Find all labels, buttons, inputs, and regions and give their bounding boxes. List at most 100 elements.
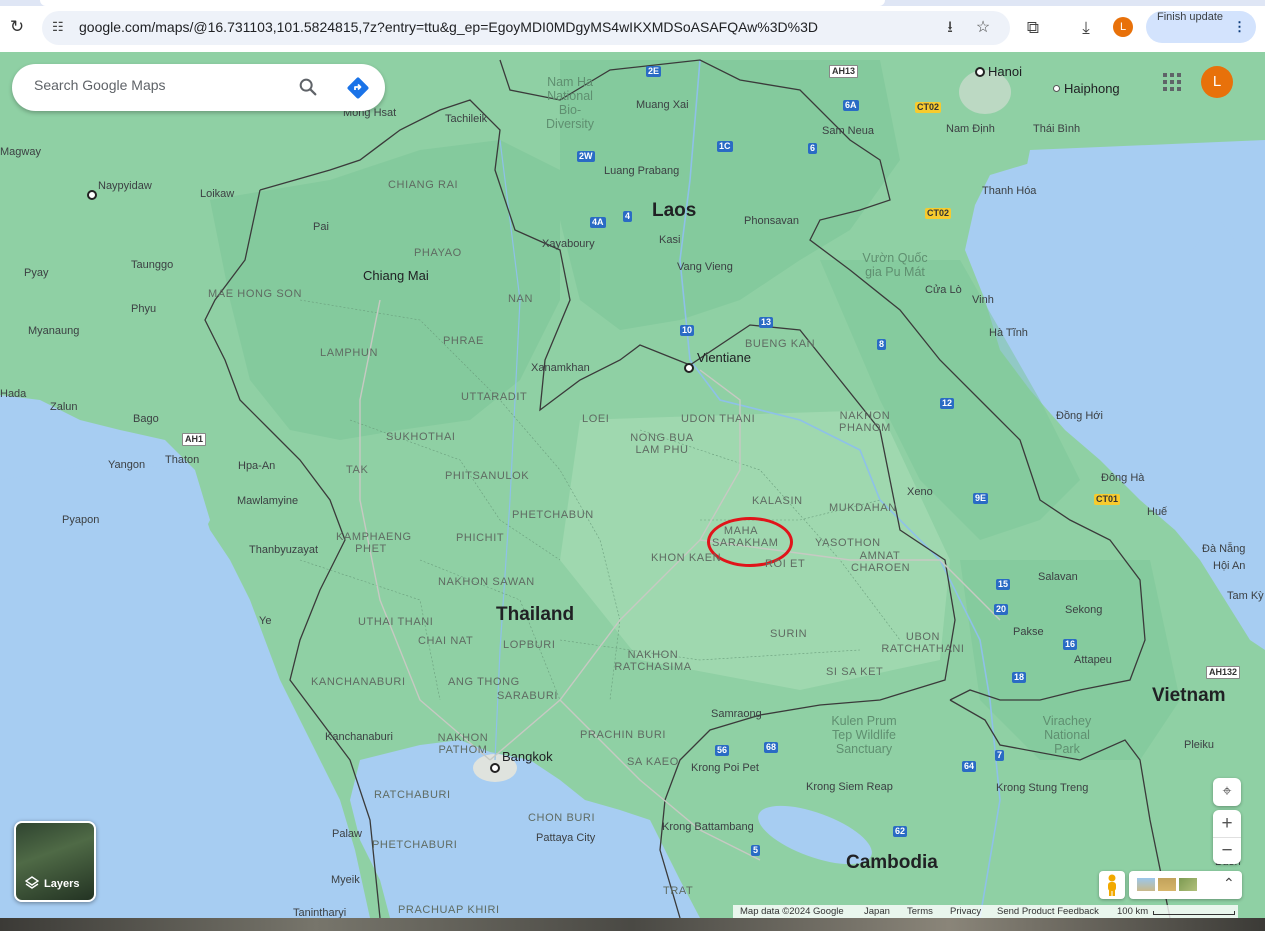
city-label-sekong[interactable]: Sekong	[1065, 604, 1102, 616]
city-label-thanbyuzayat[interactable]: Thanbyuzayat	[249, 544, 318, 556]
city-label-hpa-an[interactable]: Hpa-An	[238, 460, 275, 472]
street-view-pegman[interactable]	[1099, 871, 1125, 899]
more-menu-icon[interactable]: ⋮	[1233, 11, 1246, 43]
site-info-icon[interactable]: ☷	[52, 19, 68, 35]
city-dot	[87, 190, 97, 200]
city-label-hoi-an[interactable]: Hội An	[1213, 560, 1245, 572]
city-label-bangkok[interactable]: Bangkok	[502, 750, 553, 764]
province-label: TRAT	[663, 885, 694, 897]
city-label-vinh[interactable]: Vinh	[972, 294, 994, 306]
search-box[interactable]	[12, 64, 385, 111]
satellite-thumbnail[interactable]	[1158, 878, 1176, 891]
city-label-loikaw[interactable]: Loikaw	[200, 188, 234, 200]
city-label-pleiku[interactable]: Pleiku	[1184, 739, 1214, 751]
city-label-kasi[interactable]: Kasi	[659, 234, 680, 246]
city-label-battambang[interactable]: Krong Battambang	[662, 821, 754, 833]
city-label-hada[interactable]: Hada	[0, 388, 26, 400]
scale-label[interactable]: 100 km	[1117, 905, 1148, 919]
city-label-luang-prabang[interactable]: Luang Prabang	[604, 165, 679, 177]
city-label-xeno[interactable]: Xeno	[907, 486, 933, 498]
city-label-attapeu[interactable]: Attapeu	[1074, 654, 1112, 666]
city-label-pattaya[interactable]: Pattaya City	[536, 832, 595, 844]
city-label-haiphong[interactable]: Haiphong	[1064, 82, 1120, 96]
expand-icon[interactable]: ⌃	[1223, 875, 1235, 892]
downloads-icon[interactable]: ⤓	[1075, 17, 1097, 39]
city-label-xanamkhan[interactable]: Xanamkhan	[531, 362, 590, 374]
city-label-salavan[interactable]: Salavan	[1038, 571, 1078, 583]
country-link[interactable]: Japan	[864, 905, 890, 919]
bookmark-star-icon[interactable]: ☆	[973, 18, 993, 38]
park-label: Vườn Quốc gia Pu Mát	[862, 251, 928, 279]
city-label-thai-binh[interactable]: Thái Bình	[1033, 123, 1080, 135]
city-label-tanintharyi[interactable]: Tanintharyi	[293, 907, 346, 918]
zoom-out-button[interactable]: −	[1213, 838, 1241, 864]
city-label-thaton[interactable]: Thaton	[165, 454, 199, 466]
city-label-pyay[interactable]: Pyay	[24, 267, 48, 279]
city-label-chiang-mai[interactable]: Chiang Mai	[363, 269, 429, 283]
province-label: PHETCHABUN	[512, 509, 594, 521]
city-label-ha-tinh[interactable]: Hà Tĩnh	[989, 327, 1028, 339]
city-label-muang-xai[interactable]: Muang Xai	[636, 99, 689, 111]
city-label-sam-neua[interactable]: Sam Neua	[822, 125, 874, 137]
traffic-thumbnail[interactable]	[1179, 878, 1197, 891]
city-label-vientiane[interactable]: Vientiane	[697, 351, 751, 365]
search-input[interactable]	[34, 77, 284, 93]
city-label-tam-ky[interactable]: Tam Kỳ	[1227, 590, 1264, 602]
city-label-taunggo[interactable]: Taunggo	[131, 259, 173, 271]
reload-icon[interactable]: ↻	[8, 18, 26, 36]
city-label-poi-pet[interactable]: Krong Poi Pet	[691, 762, 759, 774]
city-label-stung-treng[interactable]: Krong Stung Treng	[996, 782, 1088, 794]
province-label: SA KAEO	[627, 756, 679, 768]
city-label-pyapon[interactable]: Pyapon	[62, 514, 99, 526]
account-avatar[interactable]: L	[1201, 66, 1233, 98]
directions-icon[interactable]	[346, 76, 370, 100]
finish-update-button[interactable]: Finish update ⋮	[1146, 11, 1256, 43]
province-label: UDON THANI	[681, 413, 756, 425]
city-label-samraong[interactable]: Samraong	[711, 708, 762, 720]
city-label-naypyidaw[interactable]: Naypyidaw	[98, 180, 152, 192]
city-label-phonsavan[interactable]: Phonsavan	[744, 215, 799, 227]
apps-grid-icon[interactable]	[1162, 72, 1182, 92]
city-label-mawlamyine[interactable]: Mawlamyine	[237, 495, 298, 507]
install-app-icon[interactable]: ⭳	[940, 18, 960, 38]
city-label-bago[interactable]: Bago	[133, 413, 159, 425]
city-label-pai[interactable]: Pai	[313, 221, 329, 233]
browser-profile-avatar[interactable]: L	[1113, 17, 1133, 37]
city-label-nam-dinh[interactable]: Nam Định	[946, 123, 995, 135]
city-label-hue[interactable]: Huế	[1147, 506, 1167, 518]
my-location-button[interactable]: ⌖	[1213, 778, 1241, 806]
layers-button[interactable]: Layers	[14, 821, 96, 902]
city-label-dong-hoi[interactable]: Đồng Hới	[1056, 410, 1103, 422]
city-label-phyu[interactable]: Phyu	[131, 303, 156, 315]
city-label-myeik[interactable]: Myeik	[331, 874, 360, 886]
route-shield: 6A	[843, 100, 859, 111]
terrain-thumbnail[interactable]	[1137, 878, 1155, 891]
terms-link[interactable]: Terms	[907, 905, 933, 919]
city-label-xayaboury[interactable]: Xayaboury	[542, 238, 595, 250]
city-label-tachileik[interactable]: Tachileik	[445, 113, 487, 125]
city-label-zalun[interactable]: Zalun	[50, 401, 78, 413]
city-label-pakse[interactable]: Pakse	[1013, 626, 1044, 638]
city-label-ye[interactable]: Ye	[259, 615, 271, 627]
city-label-palaw[interactable]: Palaw	[332, 828, 362, 840]
active-tab[interactable]	[40, 0, 885, 6]
city-label-myanaung[interactable]: Myanaung	[28, 325, 79, 337]
city-label-siem-reap[interactable]: Krong Siem Reap	[806, 781, 893, 793]
extensions-icon[interactable]: ⧉	[1022, 17, 1044, 39]
city-label-vang-vieng[interactable]: Vang Vieng	[677, 261, 733, 273]
city-label-dong-ha[interactable]: Đông Hà	[1101, 472, 1144, 484]
city-label-da-nang[interactable]: Đà Nẵng	[1202, 543, 1245, 555]
city-label-cua-lo[interactable]: Cửa Lò	[925, 284, 962, 296]
city-label-kanchanaburi-town[interactable]: Kanchanaburi	[325, 731, 393, 743]
privacy-link[interactable]: Privacy	[950, 905, 981, 919]
city-label-magway[interactable]: Magway	[0, 146, 41, 158]
imagery-thumbnails[interactable]: ⌃	[1129, 871, 1242, 899]
search-icon[interactable]	[297, 76, 319, 98]
zoom-in-button[interactable]: +	[1213, 810, 1241, 838]
city-label-thanh-hoa[interactable]: Thanh Hóa	[982, 185, 1036, 197]
feedback-link[interactable]: Send Product Feedback	[997, 905, 1099, 919]
map-canvas[interactable]: Laos Thailand Vietnam Cambodia Hanoi Hai…	[0, 52, 1265, 918]
url-text[interactable]: google.com/maps/@16.731103,101.5824815,7…	[79, 19, 818, 35]
city-label-yangon[interactable]: Yangon	[108, 459, 145, 471]
city-label-hanoi[interactable]: Hanoi	[988, 65, 1022, 79]
